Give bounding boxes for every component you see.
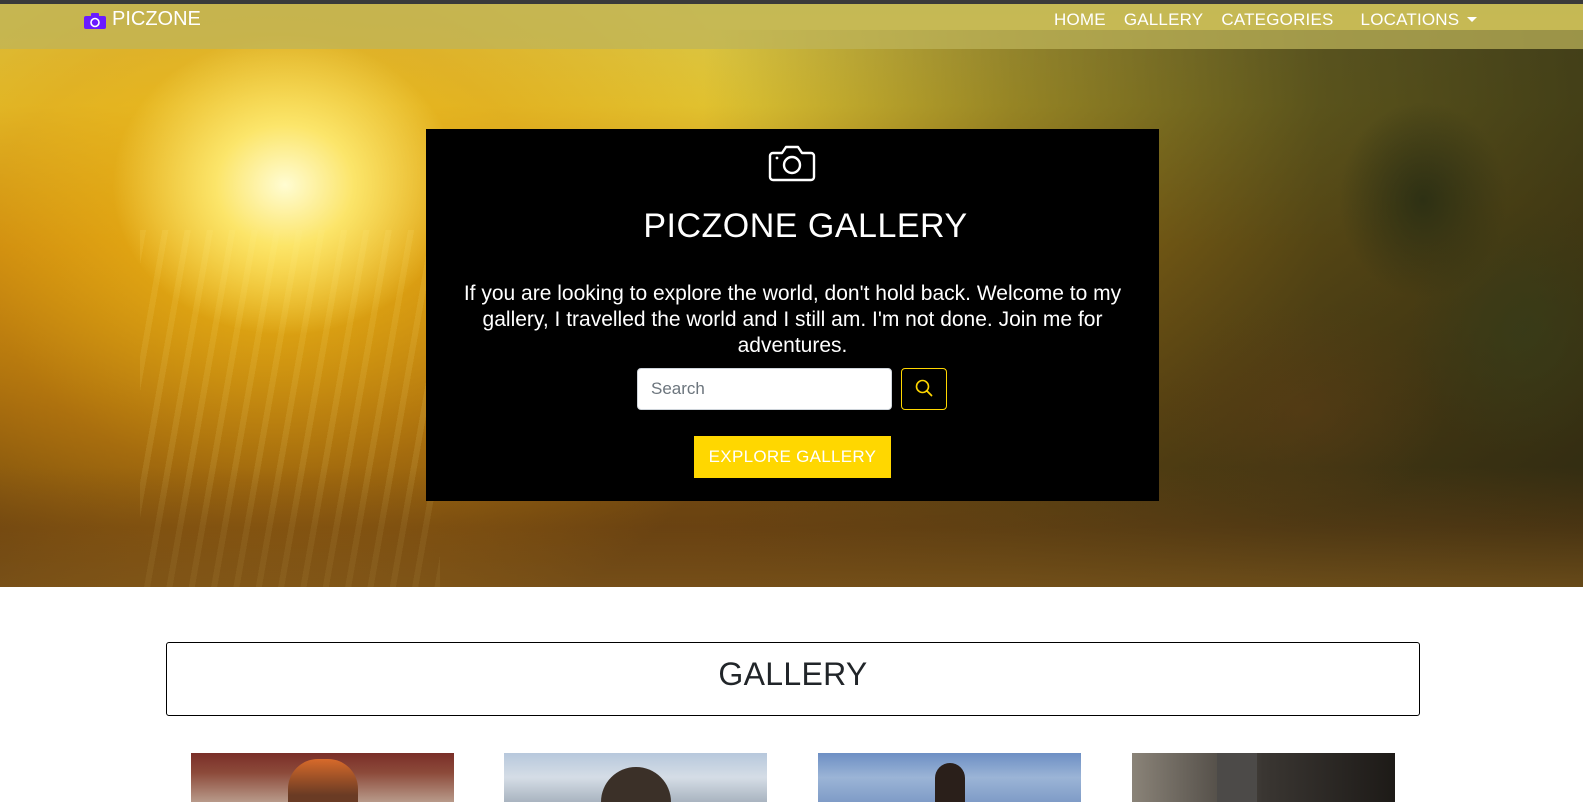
nav-locations-label: LOCATIONS <box>1360 10 1460 29</box>
caret-down-icon <box>1467 16 1478 22</box>
nav-locations-dropdown[interactable]: LOCATIONS <box>1361 10 1478 30</box>
nav-gallery[interactable]: GALLERY <box>1124 10 1204 30</box>
search-input[interactable] <box>637 368 892 410</box>
gallery-header: GALLERY <box>166 642 1420 716</box>
brand-link[interactable]: PICZONE <box>84 8 201 31</box>
navbar: PICZONE HOME GALLERY CATEGORIES LOCATION… <box>0 4 1583 49</box>
search-form <box>637 368 947 410</box>
top-border <box>0 0 1583 4</box>
nav-home[interactable]: HOME <box>1054 10 1106 30</box>
gallery-thumbnail[interactable] <box>504 753 767 802</box>
gallery-thumbnail[interactable] <box>1132 753 1395 802</box>
hero-card: PICZONE GALLERY If you are looking to ex… <box>426 129 1159 501</box>
brand-name: PICZONE <box>112 8 201 30</box>
explore-gallery-button[interactable]: EXPLORE GALLERY <box>694 436 891 478</box>
search-button[interactable] <box>901 368 947 410</box>
nav-links: HOME GALLERY CATEGORIES LOCATIONS <box>1054 10 1495 30</box>
gallery-title: GALLERY <box>718 656 868 692</box>
camera-icon <box>84 12 106 29</box>
hero-description: If you are looking to explore the world,… <box>463 282 1122 357</box>
gallery-thumbnail[interactable] <box>191 753 454 802</box>
gallery-thumbnail[interactable] <box>818 753 1081 802</box>
search-icon <box>915 379 933 400</box>
camera-icon <box>768 143 816 183</box>
hero-title: PICZONE GALLERY <box>643 207 968 245</box>
nav-categories[interactable]: CATEGORIES <box>1221 10 1333 30</box>
